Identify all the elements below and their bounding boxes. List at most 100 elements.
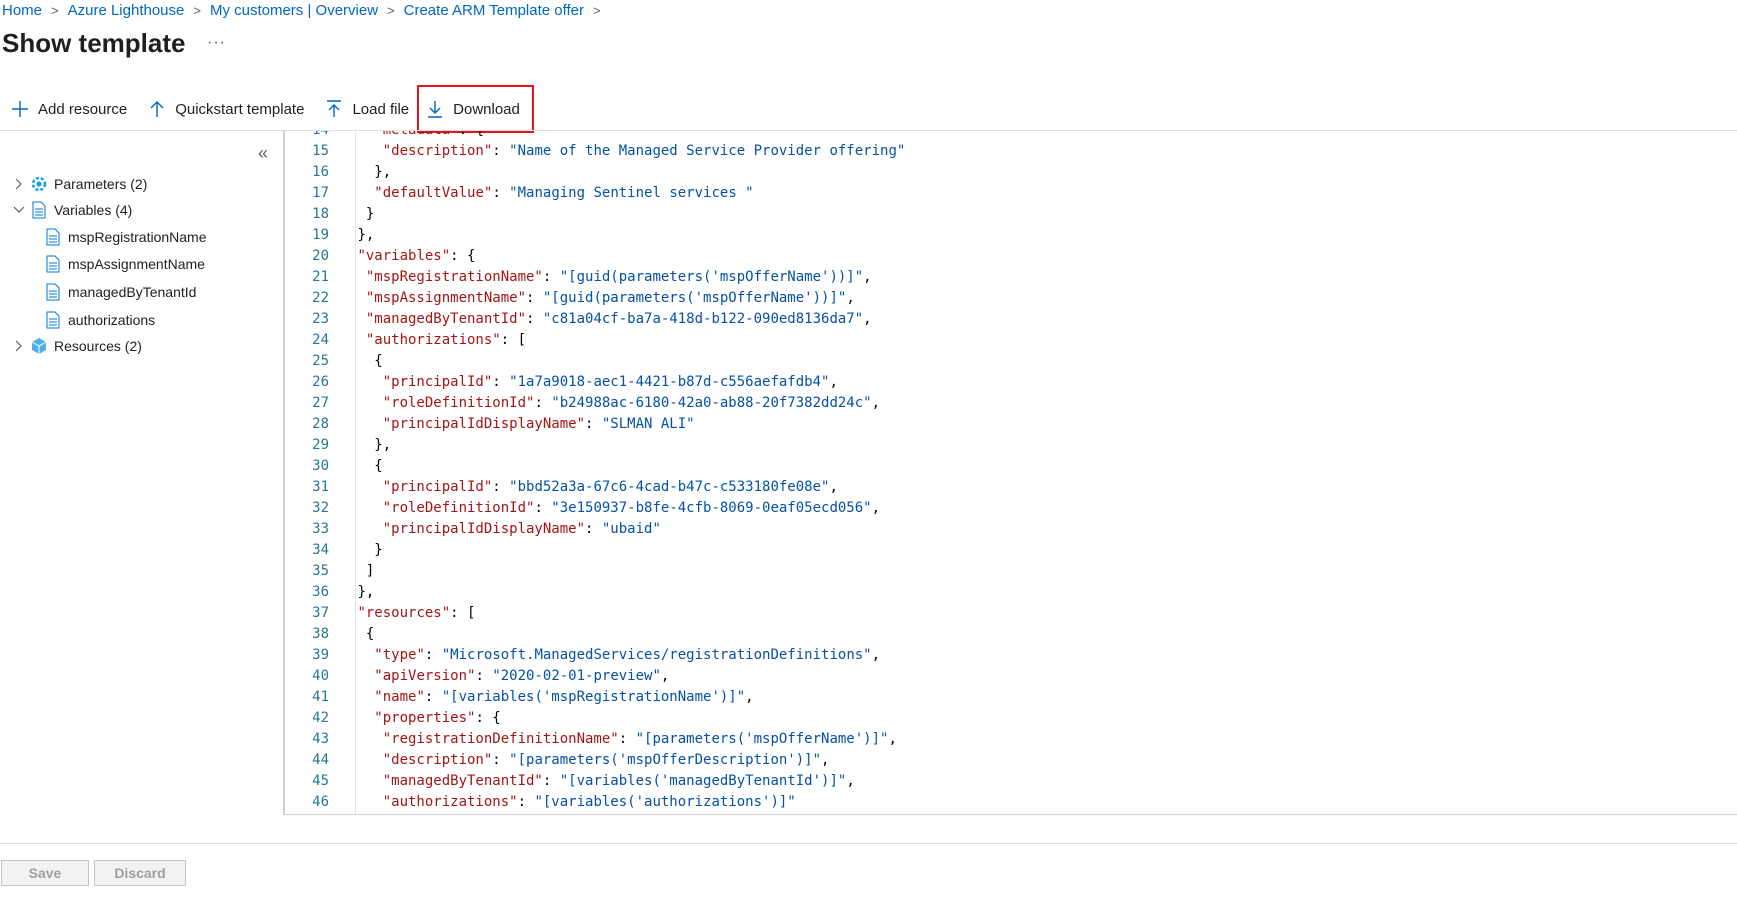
code-key: "mspAssignmentName": [365, 290, 527, 306]
code-punctuation: ,: [888, 731, 897, 747]
code-line: 24 "authorizations": [: [285, 330, 526, 351]
code-string: "ubaid": [601, 521, 661, 537]
code-string: "b24988ac-6180-42a0-ab88-20f7382dd24c": [551, 395, 872, 411]
tree-node-variable[interactable]: mspAssignmentName: [44, 253, 205, 275]
code-punctuation: {: [374, 353, 383, 369]
line-number: 31: [312, 479, 329, 495]
line-number: 18: [312, 206, 329, 222]
line-number: 20: [312, 248, 329, 264]
tree-node-variable[interactable]: mspRegistrationName: [44, 226, 207, 248]
tree-label-variable: mspRegistrationName: [68, 229, 207, 245]
code-punctuation: :: [542, 269, 560, 285]
line-number: 14: [285, 131, 329, 141]
code-key: "mspRegistrationName": [365, 269, 543, 285]
code-string: "[parameters('mspOfferDescription')]": [509, 752, 822, 768]
more-options-button[interactable]: ···: [207, 34, 226, 52]
line-number: 26: [312, 374, 329, 390]
tree-label-parameters: Parameters (2): [54, 176, 148, 192]
code-line: 17 "defaultValue": "Managing Sentinel se…: [285, 183, 753, 204]
tree-node-variable[interactable]: managedByTenantId: [44, 281, 196, 303]
discard-button[interactable]: Discard: [94, 860, 186, 886]
line-number: 46: [312, 794, 329, 810]
code-key: "authorizations": [365, 332, 501, 348]
code-string: "[parameters('mspOfferName')]": [635, 731, 889, 747]
code-punctuation: ,: [871, 647, 881, 663]
line-number: 27: [312, 395, 329, 411]
line-number: 23: [312, 311, 329, 327]
line-number: 41: [312, 689, 329, 705]
code-string: "Name of the Managed Service Provider of…: [509, 143, 906, 159]
tree-node-variable[interactable]: authorizations: [44, 309, 155, 331]
download-button[interactable]: Download: [417, 85, 534, 133]
code-key: "principalId": [382, 479, 493, 495]
add-resource-button[interactable]: Add resource: [0, 90, 137, 128]
upload-icon: [327, 100, 342, 117]
code-line: 27 "roleDefinitionId": "b24988ac-6180-42…: [285, 393, 880, 414]
code-punctuation: :: [424, 647, 442, 663]
line-number: 37: [312, 605, 329, 621]
quickstart-template-button[interactable]: Quickstart template: [137, 90, 314, 128]
tree-label-resources: Resources (2): [54, 338, 142, 354]
code-punctuation: ,: [871, 500, 881, 516]
tree-label-variable: managedByTenantId: [68, 284, 197, 300]
tree-node-parameters[interactable]: Parameters (2): [12, 173, 147, 195]
save-button[interactable]: Save: [1, 860, 89, 886]
code-punctuation: :: [526, 290, 543, 306]
code-punctuation: ,: [846, 290, 855, 306]
tree-label-variable: mspAssignmentName: [68, 256, 205, 272]
breadcrumb-home[interactable]: Home: [2, 2, 42, 19]
code-punctuation: :: [534, 500, 552, 516]
breadcrumb-my-customers[interactable]: My customers | Overview: [210, 2, 378, 19]
chevron-right-icon: [15, 340, 22, 352]
line-number: 38: [312, 626, 329, 642]
tree-node-variables[interactable]: Variables (4): [12, 199, 132, 221]
code-punctuation: :: [492, 374, 510, 390]
code-line: 44 "description": "[parameters('mspOffer…: [285, 750, 829, 771]
page-title: Show template: [2, 28, 186, 58]
collapse-panel-icon[interactable]: «: [258, 143, 268, 164]
chevron-down-icon: [13, 206, 25, 213]
tree-label-variables: Variables (4): [54, 202, 133, 218]
line-number: 44: [312, 752, 329, 768]
template-outline-panel: « Parameters (2) Variables (4) mspRegist…: [0, 131, 283, 814]
line-number: 33: [312, 521, 329, 537]
tree-node-resources[interactable]: Resources (2): [12, 335, 142, 357]
code-punctuation: :: [585, 416, 602, 432]
load-file-button[interactable]: Load file: [314, 90, 419, 128]
template-code-editor[interactable]: 14 "metadata": {15 "description": "Name …: [283, 131, 1737, 815]
code-line: 21 "mspRegistrationName": "[guid(paramet…: [285, 267, 872, 288]
code-line: 25 {: [285, 351, 383, 372]
line-number: 22: [312, 290, 329, 306]
breadcrumb-azure-lighthouse[interactable]: Azure Lighthouse: [68, 2, 185, 19]
load-file-label: Load file: [352, 100, 410, 118]
chevron-right-icon: >: [51, 2, 59, 18]
code-string: "1a7a9018-aec1-4421-b87d-c556aefafdb4": [509, 374, 830, 390]
code-punctuation: :: [492, 143, 510, 159]
breadcrumb-create-arm-template[interactable]: Create ARM Template offer: [404, 2, 584, 19]
code-line: 30 {: [285, 456, 383, 477]
line-number: 40: [312, 668, 329, 684]
code-punctuation: ,: [863, 269, 872, 285]
code-line: 23 "managedByTenantId": "c81a04cf-ba7a-4…: [285, 309, 871, 330]
code-key: "description": [382, 752, 493, 768]
code-line: 14 "metadata": {: [285, 131, 484, 141]
code-key: "registrationDefinitionName": [382, 731, 619, 747]
code-string: "[variables('mspRegistrationName')]": [441, 689, 746, 705]
code-punctuation: :: [534, 395, 552, 411]
code-punctuation: :: [492, 185, 510, 201]
command-bar: Add resource Quickstart template Load fi…: [0, 85, 534, 133]
code-punctuation: :: [542, 773, 560, 789]
code-punctuation: },: [357, 227, 375, 243]
line-number: 30: [312, 458, 329, 474]
arrow-up-icon: [150, 101, 164, 117]
code-punctuation: ,: [871, 395, 881, 411]
